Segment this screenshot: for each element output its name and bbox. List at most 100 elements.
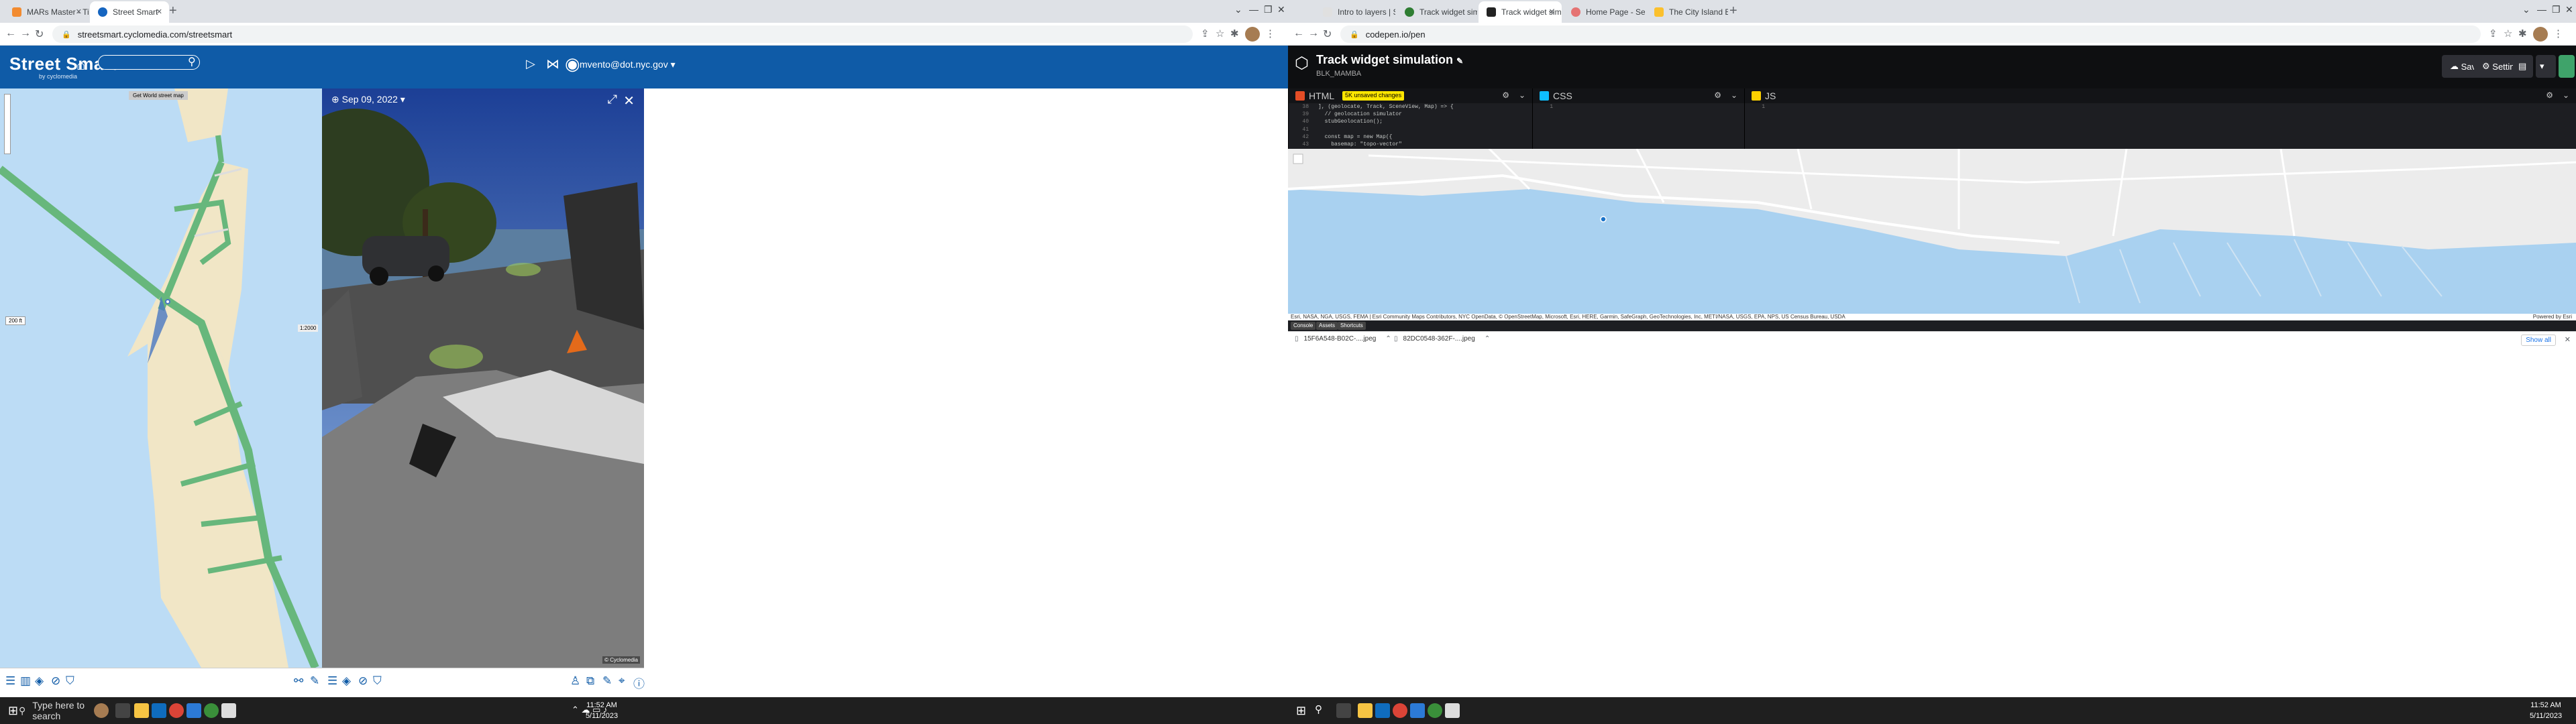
tab-intro-layers[interactable]: Intro to layers | Sample | ArcGIS [1315, 1, 1395, 23]
pen-owner[interactable]: BLK_MAMBA [1316, 70, 1361, 78]
vscode-icon[interactable] [1410, 703, 1425, 718]
chevron-up-icon[interactable]: ⌃ [1485, 335, 1490, 343]
file-explorer-icon[interactable] [134, 703, 149, 718]
tab-home-page[interactable]: Home Page - Select or create a [1563, 1, 1645, 23]
taskbar-clock[interactable]: 11:52 AM 5/11/2023 [2522, 700, 2569, 721]
minimize-icon[interactable]: — [1249, 4, 1258, 15]
hide-icon[interactable]: ⊘ [51, 674, 60, 688]
download-item[interactable]: ▯ 82DC0548-362F-....jpeg ⌃ [1394, 335, 1495, 343]
pen-title[interactable]: Track widget simulation ✎ [1316, 53, 1463, 67]
tab-city-island[interactable]: The City Island Bridge - Google [1646, 1, 1728, 23]
chrome-icon[interactable] [169, 703, 184, 718]
task-view-icon[interactable] [115, 703, 130, 718]
close-icon[interactable]: ✕ [76, 7, 82, 16]
overview-map[interactable]: Get World street map 200 ft 1:2000 [0, 88, 322, 668]
outlook-icon[interactable] [1375, 703, 1390, 718]
tab-track-sample[interactable]: Track widget simulation | Sampl [1397, 1, 1477, 23]
layout-button[interactable]: ▤ [2513, 55, 2533, 78]
notepad-icon[interactable] [1445, 703, 1460, 718]
taskbar-clock[interactable]: 11:52 AM 5/11/2023 [578, 700, 625, 721]
crosshair-icon[interactable]: ⌖ [619, 674, 625, 688]
expand-icon[interactable]: ⤢ [608, 93, 617, 107]
menu-icon[interactable]: ☰ [5, 674, 15, 688]
maximize-icon[interactable]: ❐ [2552, 4, 2561, 15]
chrome-icon[interactable] [1393, 703, 1407, 718]
more-menu-icon[interactable]: ⋮ [2553, 27, 2563, 40]
profile-icon[interactable] [94, 703, 109, 718]
search-icon[interactable]: ⚲ [1315, 703, 1330, 718]
codepen-logo-icon[interactable]: ⬡ [1295, 54, 1309, 73]
notepad-icon[interactable] [221, 703, 236, 718]
close-icon[interactable]: ✕ [623, 93, 635, 109]
code-area[interactable]: 38], (geolocate, Track, SceneView, Map) … [1289, 103, 1532, 149]
gear-icon[interactable]: ⚙ [2546, 90, 2553, 100]
unsaved-changes-badge[interactable]: 5K unsaved changes [1342, 91, 1405, 101]
vscode-icon[interactable] [186, 703, 201, 718]
shortcuts-button[interactable]: Shortcuts [1338, 322, 1366, 330]
user-menu[interactable]: mvento@dot.nyc.gov ▾ [580, 59, 676, 70]
close-icon[interactable]: ✕ [2565, 4, 2573, 15]
star-icon[interactable]: ☆ [1216, 27, 1224, 40]
pin-button[interactable]: ▾ [2536, 55, 2556, 78]
css-editor[interactable]: CSS ⚙ ⌄ 1 [1532, 88, 1744, 149]
star-icon[interactable]: ☆ [2504, 27, 2512, 40]
windows-start-icon[interactable]: ⊞ [8, 704, 18, 718]
chevron-up-icon[interactable]: ⌃ [1385, 335, 1391, 343]
gear-icon[interactable]: ⚙ [1714, 90, 1721, 100]
chevron-down-icon[interactable]: ⌄ [1731, 90, 1737, 100]
share-icon[interactable]: ⇪ [2489, 27, 2498, 40]
close-icon[interactable]: ✕ [156, 7, 162, 16]
url-field[interactable]: 🔒 streetsmart.cyclomedia.com/streetsmart [52, 25, 1193, 43]
forward-arrow-icon[interactable]: → [1308, 27, 1319, 40]
assets-button[interactable]: Assets [1316, 322, 1338, 330]
gear-icon[interactable]: ⚙ [1502, 90, 1509, 100]
home-icon[interactable]: ⌂ [76, 56, 85, 74]
maximize-icon[interactable]: ❐ [1264, 4, 1273, 15]
outlook-icon[interactable] [152, 703, 166, 718]
more-menu-icon[interactable]: ⋮ [1265, 27, 1275, 40]
code-area[interactable]: 1 [1745, 103, 2576, 149]
code-area[interactable]: 1 [1533, 103, 1744, 149]
powered-by-esri[interactable]: Powered by Esri [2533, 314, 2572, 320]
profile-avatar[interactable] [1245, 27, 1260, 42]
extension-icon[interactable]: ✱ [1230, 27, 1239, 40]
back-arrow-icon[interactable]: ← [1293, 27, 1304, 40]
reload-icon[interactable]: ↻ [35, 27, 44, 41]
extension-icon[interactable]: ✱ [2518, 27, 2527, 40]
close-icon[interactable]: ✕ [1549, 7, 1555, 16]
app-icon[interactable] [1428, 703, 1442, 718]
menu-icon[interactable]: ☰ [327, 674, 337, 688]
windows-start-icon[interactable]: ⊞ [1296, 704, 1306, 718]
new-tab-icon[interactable]: + [1729, 3, 1737, 19]
search-input[interactable] [98, 55, 200, 70]
file-explorer-icon[interactable] [1358, 703, 1373, 718]
taskbar-search[interactable]: ⚲ Type here to search [19, 700, 105, 721]
layers-icon[interactable]: ◈ [35, 674, 44, 688]
zoom-slider[interactable] [4, 94, 11, 154]
task-view-icon[interactable] [1336, 703, 1351, 718]
map-icon[interactable]: ▥ [20, 674, 31, 688]
measure-icon[interactable]: ✎ [602, 674, 612, 688]
user-avatar[interactable] [2559, 55, 2575, 78]
profile-avatar[interactable] [2533, 27, 2548, 42]
tab-mars-master[interactable]: MARs Master - Tile 49 - automo ✕ [4, 1, 89, 23]
url-field[interactable]: 🔒 codepen.io/pen [1340, 25, 2481, 43]
person-icon[interactable]: ♙ [570, 674, 580, 688]
hide-icon[interactable]: ⊘ [358, 674, 368, 688]
app-icon[interactable] [204, 703, 219, 718]
result-map-view[interactable] [1288, 149, 2576, 314]
layers-icon[interactable]: ◈ [342, 674, 351, 688]
share-icon[interactable]: ⋈ [546, 56, 559, 72]
chevron-down-icon[interactable]: ⌄ [2522, 4, 2530, 15]
back-arrow-icon[interactable]: ← [5, 27, 16, 40]
link-icon[interactable]: ⚯ [294, 674, 303, 688]
shield-icon[interactable]: ⛉ [373, 674, 382, 688]
user-icon[interactable]: ◉ [565, 54, 580, 74]
forward-arrow-icon[interactable]: → [20, 27, 31, 40]
close-icon[interactable]: ✕ [1277, 4, 1285, 15]
measure-icon[interactable]: ✎ [310, 674, 319, 688]
download-item[interactable]: ▯ 15F6A548-B02C-....jpeg ⌃ [1295, 335, 1397, 343]
close-icon[interactable]: ✕ [2565, 335, 2571, 344]
tab-street-smart[interactable]: Street Smart ✕ [90, 1, 169, 23]
shield-icon[interactable]: ⛉ [66, 674, 74, 688]
